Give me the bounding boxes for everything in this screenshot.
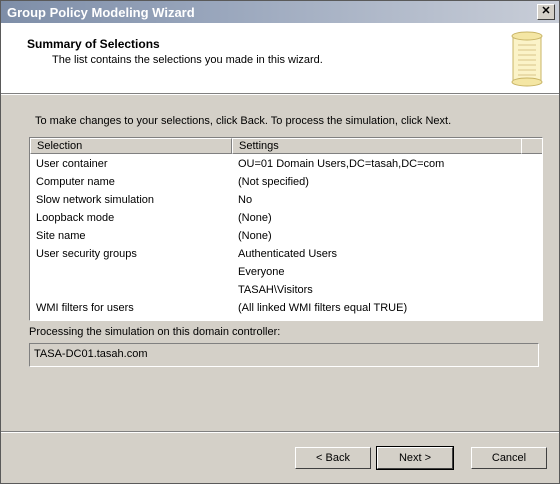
domain-controller-field: TASA-DC01.tasah.com (29, 343, 539, 367)
list-row[interactable]: Slow network simulation No (30, 192, 542, 210)
column-header-selection[interactable]: Selection (30, 138, 232, 154)
page-title: Summary of Selections (27, 37, 160, 51)
selection-cell: User security groups (36, 248, 137, 260)
cancel-button[interactable]: Cancel (471, 447, 547, 469)
settings-cell: (Not specified) (238, 176, 309, 188)
settings-cell: (None) (238, 212, 272, 224)
selection-cell: Computer name (36, 176, 115, 188)
window-title: Group Policy Modeling Wizard (7, 5, 195, 20)
list-row[interactable]: TASAH\Visitors (30, 282, 542, 300)
domain-controller-value: TASA-DC01.tasah.com (34, 348, 148, 360)
close-icon: ✕ (541, 5, 551, 17)
scroll-icon (511, 31, 543, 87)
list-row[interactable]: User security groups Authenticated Users (30, 246, 542, 264)
settings-cell: TASAH\Visitors (238, 284, 313, 296)
list-rows: User container OU=01 Domain Users,DC=tas… (30, 156, 542, 318)
list-row[interactable]: Site name (None) (30, 228, 542, 246)
column-header-filler (521, 138, 542, 154)
list-row[interactable]: User container OU=01 Domain Users,DC=tas… (30, 156, 542, 174)
footer-divider (1, 431, 559, 433)
selection-cell: Slow network simulation (36, 194, 154, 206)
close-button[interactable]: ✕ (537, 4, 555, 20)
instruction-text: To make changes to your selections, clic… (35, 115, 452, 127)
list-row[interactable]: Everyone (30, 264, 542, 282)
wizard-header: Summary of Selections The list contains … (1, 23, 559, 93)
title-bar[interactable]: Group Policy Modeling Wizard ✕ (1, 1, 559, 23)
domain-controller-label: Processing the simulation on this domain… (29, 326, 281, 338)
list-row[interactable]: Computer name (Not specified) (30, 174, 542, 192)
settings-cell: Authenticated Users (238, 248, 338, 260)
settings-cell: Everyone (238, 266, 285, 278)
wizard-window: Group Policy Modeling Wizard ✕ Summary o… (0, 0, 560, 484)
settings-cell: (None) (238, 230, 272, 242)
page-subtitle: The list contains the selections you mad… (52, 54, 323, 66)
settings-cell: (All linked WMI filters equal TRUE) (238, 302, 408, 314)
next-button[interactable]: Next > (376, 446, 454, 470)
settings-cell: OU=01 Domain Users,DC=tasah,DC=com (238, 158, 445, 170)
header-divider (1, 93, 559, 95)
selection-cell: Loopback mode (36, 212, 115, 224)
selection-cell: Site name (36, 230, 86, 242)
back-button[interactable]: < Back (295, 447, 371, 469)
settings-cell: No (238, 194, 253, 206)
summary-list[interactable]: Selection Settings User container OU=01 … (29, 137, 543, 321)
selection-cell: User container (36, 158, 108, 170)
list-row[interactable]: WMI filters for users (All linked WMI fi… (30, 300, 542, 318)
list-row[interactable]: Loopback mode (None) (30, 210, 542, 228)
list-header: Selection Settings (30, 138, 542, 154)
column-header-settings[interactable]: Settings (232, 138, 522, 154)
selection-cell: WMI filters for users (36, 302, 134, 314)
